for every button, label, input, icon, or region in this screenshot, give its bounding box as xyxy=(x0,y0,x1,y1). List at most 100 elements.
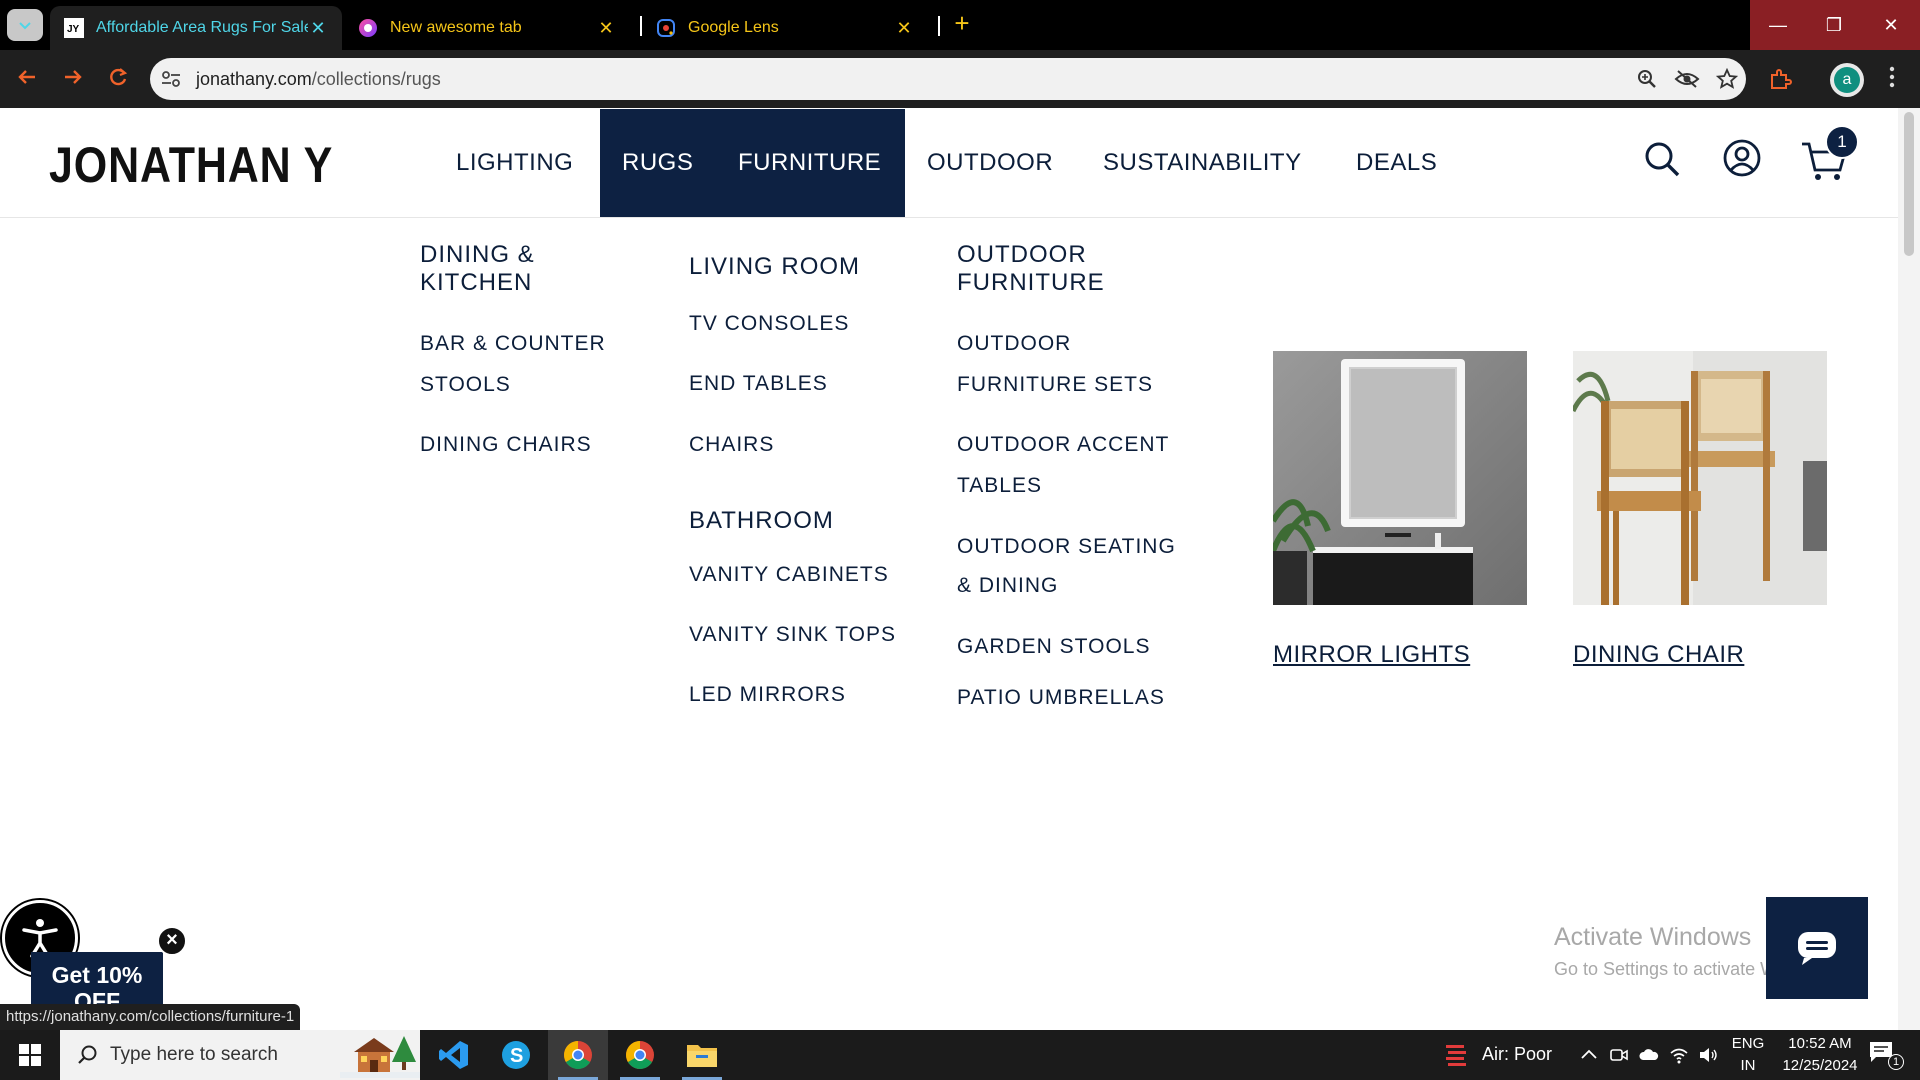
taskbar-chrome-a[interactable] xyxy=(548,1030,608,1080)
zoom-icon[interactable] xyxy=(1636,68,1658,90)
tab-new-awesome-tab[interactable]: New awesome tab ✕ xyxy=(344,6,630,50)
menu-item-dining[interactable]: & DINING xyxy=(957,566,1058,606)
tab-google-lens[interactable]: Google Lens ✕ xyxy=(642,6,928,50)
activate-windows-title: Activate Windows xyxy=(1554,923,1752,951)
menu-item-patio-umbrellas[interactable]: PATIO UMBRELLAS xyxy=(957,678,1165,718)
menu-item-vanity-cabinets[interactable]: VANITY CABINETS xyxy=(689,555,889,595)
nav-deals[interactable]: DEALS xyxy=(1356,108,1437,218)
bookmark-star-icon[interactable] xyxy=(1716,68,1738,90)
tab-close-icon[interactable]: ✕ xyxy=(308,18,328,39)
taskbar-vscode[interactable] xyxy=(424,1030,484,1080)
taskbar-file-explorer[interactable] xyxy=(672,1030,732,1080)
tab-close-icon[interactable]: ✕ xyxy=(596,18,616,39)
menu-item-furniture-sets[interactable]: FURNITURE SETS xyxy=(957,365,1153,405)
meet-now-icon[interactable] xyxy=(1608,1044,1630,1066)
promo-text-line: Get 10% xyxy=(51,962,143,988)
dining-chair-photo xyxy=(1573,351,1827,605)
notification-center-button[interactable]: 1 xyxy=(1868,1040,1904,1070)
chevron-up-icon[interactable] xyxy=(1578,1044,1600,1066)
tab-affordable-area-rugs[interactable]: JY Affordable Area Rugs For Sale, V ✕ xyxy=(50,6,342,50)
mirror-lights-photo xyxy=(1273,351,1527,605)
menu-item-vanity-sink-tops[interactable]: VANITY SINK TOPS xyxy=(689,615,896,655)
chrome-icon xyxy=(626,1041,654,1069)
forward-button[interactable] xyxy=(60,66,86,92)
browser-tab-bar: JY Affordable Area Rugs For Sale, V ✕ Ne… xyxy=(0,0,1920,50)
extensions-puzzle-icon[interactable] xyxy=(1768,67,1792,91)
back-button[interactable] xyxy=(14,66,40,92)
address-bar[interactable]: jonathany.com/collections/rugs xyxy=(150,58,1746,100)
language-code: ENG xyxy=(1731,1035,1765,1052)
air-quality-icon[interactable] xyxy=(1444,1042,1470,1068)
chevron-down-icon xyxy=(19,22,31,30)
promo-close-button[interactable]: × xyxy=(157,926,187,956)
menu-item-outdoor[interactable]: OUTDOOR xyxy=(957,324,1071,364)
status-bar-url: https://jonathany.com/collections/furnit… xyxy=(0,1004,301,1030)
eye-slash-icon[interactable] xyxy=(1674,68,1700,90)
menu-heading-dining-kitchen[interactable]: DINING & KITCHEN xyxy=(420,241,535,297)
heading-line: KITCHEN xyxy=(420,269,533,296)
taskbar-chrome-b[interactable] xyxy=(610,1030,670,1080)
clock[interactable]: 10:52 AM 12/25/2024 xyxy=(1770,1033,1870,1077)
nav-outdoor[interactable]: OUTDOOR xyxy=(927,108,1053,218)
clock-time: 10:52 AM xyxy=(1788,1035,1852,1052)
browser-menu-button[interactable] xyxy=(1884,66,1900,92)
nav-furniture[interactable]: FURNITURE xyxy=(738,108,881,218)
volume-icon[interactable] xyxy=(1697,1044,1719,1066)
promo-link-dining-chair[interactable]: DINING CHAIR xyxy=(1573,641,1744,669)
google-lens-favicon xyxy=(657,19,675,37)
wifi-icon[interactable] xyxy=(1668,1044,1690,1066)
menu-heading-outdoor-furniture[interactable]: OUTDOOR FURNITURE xyxy=(957,241,1105,297)
site-logo[interactable]: JONATHAN Y xyxy=(49,136,333,194)
heading-line: OUTDOOR xyxy=(957,241,1087,268)
profile-avatar[interactable]: a xyxy=(1830,63,1864,97)
menu-item-bar-counter[interactable]: BAR & COUNTER xyxy=(420,324,606,364)
taskbar-search-box[interactable]: Type here to search xyxy=(60,1030,420,1080)
tab-title: Affordable Area Rugs For Sale, V xyxy=(96,19,308,36)
clock-date: 12/25/2024 xyxy=(1782,1057,1858,1074)
start-button[interactable] xyxy=(0,1030,60,1080)
menu-item-garden-stools[interactable]: GARDEN STOOLS xyxy=(957,627,1151,667)
promo-link-mirror-lights[interactable]: MIRROR LIGHTS xyxy=(1273,641,1470,669)
tab-search-button[interactable] xyxy=(7,9,43,41)
svg-text:S: S xyxy=(510,1045,523,1067)
account-icon[interactable] xyxy=(1722,138,1762,178)
menu-item-outdoor-seating[interactable]: OUTDOOR SEATING xyxy=(957,527,1176,567)
profile-initial: a xyxy=(1834,67,1860,93)
taskbar-skype[interactable]: S xyxy=(486,1030,546,1080)
onedrive-cloud-icon[interactable] xyxy=(1638,1044,1660,1066)
input-language[interactable]: ENG IN xyxy=(1728,1033,1768,1077)
menu-item-tv-consoles[interactable]: TV CONSOLES xyxy=(689,304,849,344)
menu-heading-living-room[interactable]: LIVING ROOM xyxy=(689,253,860,281)
menu-item-outdoor-accent[interactable]: OUTDOOR ACCENT xyxy=(957,425,1169,465)
tab-close-icon[interactable]: ✕ xyxy=(894,18,914,39)
chat-button[interactable] xyxy=(1766,897,1868,999)
menu-heading-bathroom[interactable]: BATHROOM xyxy=(689,507,834,535)
menu-item-dining-chairs[interactable]: DINING CHAIRS xyxy=(420,425,592,465)
nav-sustainability[interactable]: SUSTAINABILITY xyxy=(1103,108,1302,218)
menu-item-stools[interactable]: STOOLS xyxy=(420,365,511,405)
menu-item-chairs[interactable]: CHAIRS xyxy=(689,425,774,465)
site-settings-icon[interactable] xyxy=(160,69,182,89)
menu-item-end-tables[interactable]: END TABLES xyxy=(689,364,828,404)
search-icon[interactable] xyxy=(1641,138,1683,180)
restore-button[interactable]: ❐ xyxy=(1806,0,1862,50)
page-scrollbar[interactable] xyxy=(1898,108,1920,1030)
region-code: IN xyxy=(1740,1057,1756,1074)
close-window-button[interactable]: ✕ xyxy=(1862,0,1920,50)
nav-lighting[interactable]: LIGHTING xyxy=(456,108,573,218)
menu-item-led-mirrors[interactable]: LED MIRRORS xyxy=(689,675,846,715)
restore-icon: ❐ xyxy=(1825,14,1843,35)
air-quality-text[interactable]: Air: Poor xyxy=(1482,1044,1552,1065)
chrome-icon xyxy=(564,1041,592,1069)
dining-chair-image[interactable] xyxy=(1573,351,1827,605)
web-page: JONATHAN Y LIGHTING RUGS FURNITURE OUTDO… xyxy=(0,108,1920,1030)
new-tab-button[interactable]: + xyxy=(948,10,976,38)
url-text: jonathany.com/collections/rugs xyxy=(196,69,441,90)
menu-item-tables[interactable]: TABLES xyxy=(957,466,1042,506)
mirror-lights-image[interactable] xyxy=(1273,351,1527,605)
reload-button[interactable] xyxy=(105,66,131,92)
scrollbar-thumb[interactable] xyxy=(1904,112,1914,256)
minimize-button[interactable]: — xyxy=(1750,0,1806,50)
arrow-left-icon xyxy=(18,70,35,84)
nav-rugs[interactable]: RUGS xyxy=(622,108,693,218)
